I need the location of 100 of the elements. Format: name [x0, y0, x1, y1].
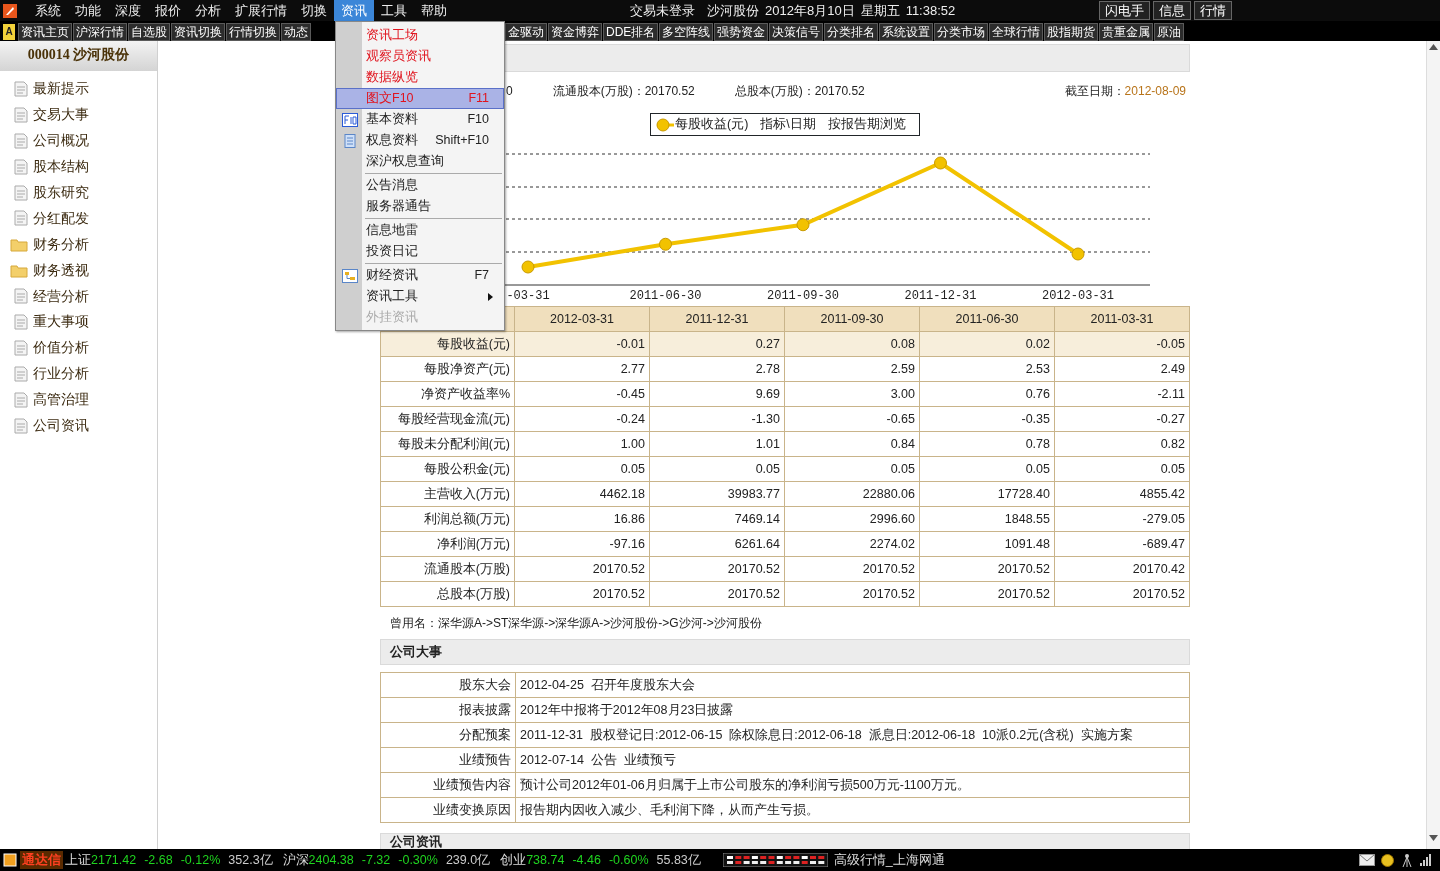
table-cell: 2012-04-25 召开年度股东大会	[515, 672, 1190, 698]
table-cell: -0.05	[1054, 331, 1190, 357]
toolbar-tab[interactable]: 资金博弈	[548, 22, 602, 41]
sidebar-item[interactable]: 财务分析	[0, 231, 157, 258]
shortcut-text: F10	[467, 111, 489, 129]
axis-label: 2011-09-30	[767, 289, 839, 303]
menu-item[interactable]: 系统	[28, 0, 68, 21]
menu-item[interactable]: 深沪权息查询	[336, 151, 504, 172]
table-cell: 0.08	[784, 331, 920, 357]
table-cell: 0.82	[1054, 431, 1190, 457]
menu-item[interactable]: 财经资讯 F7	[336, 265, 504, 286]
toolbar-tab[interactable]: 股指期货	[1044, 22, 1099, 41]
sidebar-item[interactable]: 行业分析	[0, 360, 157, 387]
toolbar-button[interactable]: 信息	[1153, 1, 1191, 20]
sidebar-item[interactable]: 高管治理	[0, 386, 157, 413]
row-label: 每股净资产(元)	[380, 356, 515, 382]
toolbar-button[interactable]: 闪电手	[1099, 1, 1150, 20]
shortcut-text: Shift+F10	[435, 132, 489, 150]
toolbar-tab[interactable]: 贵重金属	[1099, 22, 1154, 41]
menu-item[interactable]: 观察员资讯	[336, 46, 504, 67]
antenna-icon	[1400, 853, 1414, 867]
summary-text: 总股本(万股)：20170.52	[734, 83, 865, 100]
menu-item[interactable]: 公告消息	[336, 175, 504, 196]
table-cell: 2011-12-31 股权登记日:2012-06-15 除权除息日:2012-06-18 派息日:2012-06-18 10派0.2元(含税) 实施方案	[515, 722, 1190, 748]
sidebar-item[interactable]: 分红配发	[0, 205, 157, 232]
table-cell: -0.45	[514, 381, 650, 407]
as-of-date: 2012-08-09	[1124, 83, 1186, 100]
menu-item[interactable]: 服务器通告	[336, 196, 504, 217]
toolbar-tab[interactable]: 动态	[281, 22, 311, 41]
row-label: 分配预案	[380, 722, 516, 748]
table-cell: -0.35	[919, 406, 1055, 432]
menu-item[interactable]: 资讯	[334, 0, 374, 21]
sidebar-item[interactable]: 重大事项	[0, 309, 157, 335]
chart-point	[521, 260, 535, 274]
menu-item[interactable]: 报价	[148, 0, 188, 21]
toolbar-tab[interactable]: 强势资金	[714, 22, 769, 41]
menu-item[interactable]: 帮助	[414, 0, 454, 21]
menu-item[interactable]: 资讯工具	[336, 286, 504, 307]
sidebar-item[interactable]: 价值分析	[0, 334, 157, 361]
toolbar-tab[interactable]: 分类排名	[824, 22, 879, 41]
index-volume: 352.3亿	[228, 851, 273, 869]
toolbar-tab[interactable]: 金驱动	[505, 22, 547, 41]
menu-item[interactable]: 信息地雷	[336, 220, 504, 241]
table-cell: 22880.06	[784, 481, 920, 507]
sidebar-item[interactable]: 公司资讯	[0, 412, 157, 439]
menu-item[interactable]: 投资日记	[336, 241, 504, 262]
toolbar-tab[interactable]: 多空阵线	[659, 22, 714, 41]
menu-item[interactable]: 基本资料 F10	[336, 109, 504, 130]
sidebar-item[interactable]: 财务透视	[0, 257, 157, 284]
row-label: 流通股本(万股)	[380, 556, 515, 582]
table-cell: -279.05	[1054, 506, 1190, 532]
index-value: 738.74	[526, 851, 565, 869]
index-change: -2.68	[144, 851, 173, 869]
toolbar-tab[interactable]: 资讯主页	[18, 22, 72, 41]
row-label: 总股本(万股)	[380, 581, 515, 607]
menu-item[interactable]: 数据纵览	[336, 67, 504, 88]
sidebar-item[interactable]: 股东研究	[0, 179, 157, 206]
toolbar-tab[interactable]: 沪深行情	[73, 22, 127, 41]
toolbar-tab[interactable]: 决策信号	[769, 22, 824, 41]
toolbar-tab[interactable]: 自选股	[128, 22, 170, 41]
toolbar-button[interactable]: 行情	[1194, 1, 1232, 20]
toolbar-tab[interactable]: 系统设置	[879, 22, 934, 41]
table-cell: 20170.52	[514, 556, 650, 582]
menu-item[interactable]: 资讯工场	[336, 25, 504, 46]
chart-point	[659, 237, 672, 251]
toolbar-tab[interactable]: 分类市场	[934, 22, 989, 41]
menu-item[interactable]: 分析	[188, 0, 228, 21]
table-cell: 2996.60	[784, 506, 920, 532]
axis-label: 2012-03-31	[1042, 289, 1114, 303]
sidebar-item[interactable]: 经营分析	[0, 283, 157, 309]
sidebar-item[interactable]: 最新提示	[0, 76, 157, 102]
toolbar-tab[interactable]: DDE排名	[603, 22, 659, 41]
row-label: 利润总额(万元)	[380, 506, 515, 532]
index-volume: 55.83亿	[656, 851, 701, 869]
table-cell: 9.69	[649, 381, 785, 407]
menu-item[interactable]: 工具	[374, 0, 414, 21]
toolbar-tab[interactable]: 资讯切换	[171, 22, 225, 41]
menu-item[interactable]: 深度	[108, 0, 148, 21]
menu-item[interactable]: 切换	[294, 0, 334, 21]
menu-item[interactable]: 权息资料 Shift+F10	[336, 130, 504, 151]
menu-item[interactable]: 扩展行情	[228, 0, 294, 21]
toolbar-tab[interactable]: 全球行情	[989, 22, 1044, 41]
table-cell: 2012年中报将于2012年08月23日披露	[515, 697, 1190, 723]
menu-item[interactable]: 功能	[68, 0, 108, 21]
index-name: 沪深	[282, 851, 309, 869]
mail-icon	[1359, 854, 1375, 866]
sidebar-item[interactable]: 股本结构	[0, 153, 157, 180]
row-label: 净利润(万元)	[380, 531, 515, 557]
toolbar-tab[interactable]: 原油	[1154, 22, 1185, 41]
toolbar-tab[interactable]: 行情切换	[226, 22, 280, 41]
chart-point	[934, 156, 947, 170]
sidebar-item[interactable]: 公司概况	[0, 127, 157, 154]
table-cell: 6261.64	[649, 531, 785, 557]
signal-icon	[1420, 854, 1432, 866]
shortcut-text: F11	[468, 90, 489, 108]
sidebar-item[interactable]: 交易大事	[0, 101, 157, 128]
summary-text: 流通股本(万股)：20170.52	[552, 83, 695, 100]
table-cell: 0.27	[649, 331, 785, 357]
chart-point	[1071, 247, 1085, 261]
table-cell: 2.77	[514, 356, 650, 382]
